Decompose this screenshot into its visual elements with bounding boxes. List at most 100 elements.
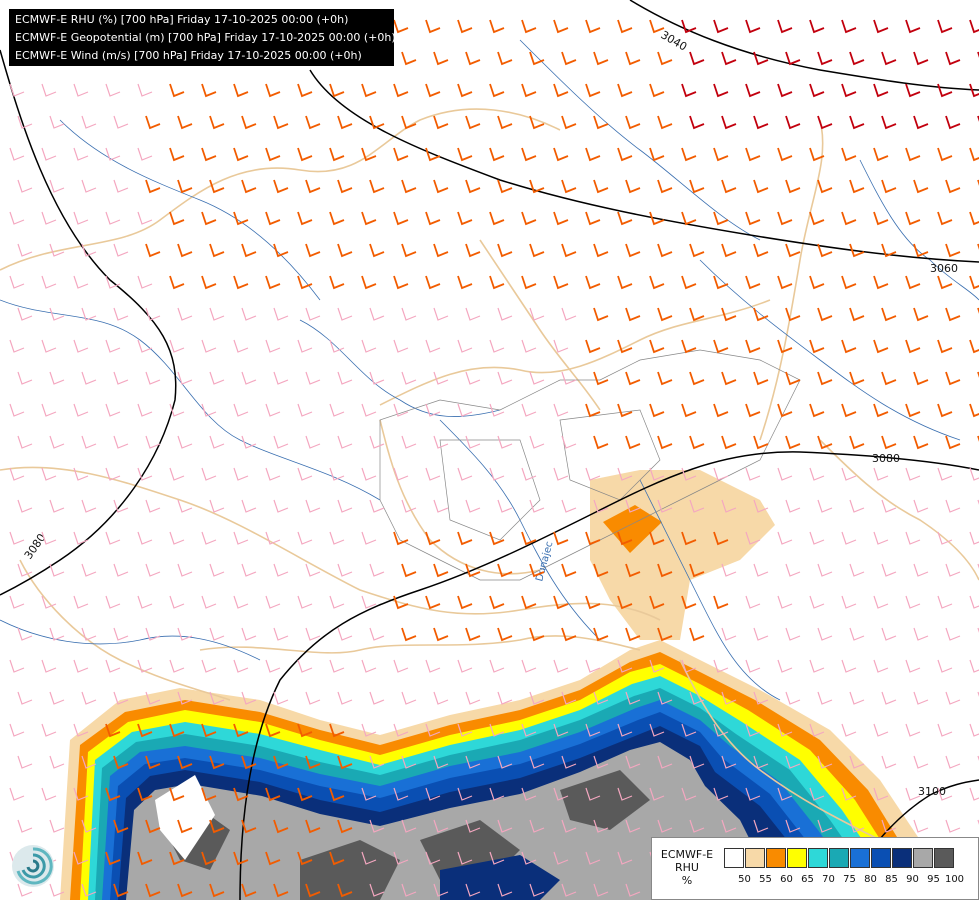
legend-tick: 55 (759, 874, 772, 885)
wind-barb (913, 435, 929, 450)
wind-barb (369, 115, 385, 130)
wind-barb (937, 339, 953, 354)
wind-barb (969, 19, 979, 34)
wind-barb (425, 595, 441, 610)
wind-barb (689, 627, 705, 642)
legend-tick: 85 (885, 874, 898, 885)
wind-barb (337, 307, 353, 321)
legend-swatch (934, 848, 954, 868)
wind-barb (73, 211, 89, 225)
wind-barb (649, 147, 665, 162)
wind-barb (297, 403, 313, 417)
wind-barb (425, 659, 441, 673)
wind-barb (561, 563, 577, 578)
humidity-field (60, 470, 940, 900)
legend-swatch (913, 848, 933, 868)
wind-barb (145, 307, 161, 321)
wind-barb (465, 179, 481, 194)
wind-barb (721, 307, 737, 322)
wind-barb (873, 275, 889, 290)
wind-barb (17, 819, 33, 833)
wind-barb (145, 499, 161, 513)
wind-barb (849, 499, 865, 513)
wind-barb (361, 659, 377, 673)
wind-barb (169, 467, 185, 481)
wind-barb (777, 147, 793, 162)
wind-barb (969, 531, 979, 545)
wind-barb (521, 403, 537, 417)
wind-barb (625, 307, 641, 322)
wind-barb (393, 659, 409, 673)
wind-barb (945, 307, 961, 322)
wind-barb (817, 563, 833, 577)
wind-barb (49, 499, 65, 513)
rhu-legend: ECMWF-E RHU % 50 55 60 65 70 75 80 85 90 95 100 (651, 837, 979, 900)
wind-barb (265, 531, 281, 545)
legend-tick: 75 (843, 874, 856, 885)
wind-barb (497, 115, 513, 130)
header-line-wind: ECMWF-E Wind (m/s) [700 hPa] Friday 17-1… (15, 49, 362, 62)
wind-barb (937, 659, 953, 673)
wind-barb (273, 179, 289, 194)
wind-barb (265, 403, 281, 417)
wind-barb (273, 371, 289, 385)
wind-barb (849, 435, 865, 450)
wind-barb (657, 115, 673, 130)
wind-barb (625, 243, 641, 258)
wind-barb (241, 371, 257, 385)
map-header: ECMWF-E RHU (%) [700 hPa] Friday 17-10-2… (9, 9, 396, 66)
wind-barb (777, 467, 793, 481)
wind-barb (497, 435, 513, 449)
wind-barb (585, 211, 601, 226)
wind-barb (265, 147, 281, 162)
wind-barb (905, 275, 921, 290)
wind-barb (425, 211, 441, 226)
wind-barb (785, 563, 801, 577)
wind-barb (753, 563, 769, 577)
wind-barb (945, 819, 961, 833)
wind-barb (337, 691, 353, 705)
wind-barb (521, 467, 537, 481)
wind-barb (209, 371, 225, 385)
wind-barb (457, 467, 473, 481)
wind-barb (497, 51, 513, 66)
wind-barb (73, 531, 89, 545)
wind-barb (881, 691, 897, 705)
wind-barb (681, 19, 697, 34)
wind-barb (273, 627, 289, 641)
wind-barb (105, 531, 121, 545)
wind-barb (649, 403, 665, 418)
wind-barb (9, 211, 25, 225)
wind-barb (265, 83, 281, 98)
wind-barb (745, 275, 761, 290)
contour-label-2: 3060 (930, 262, 958, 275)
wind-barb (745, 339, 761, 354)
wind-barb (337, 115, 353, 130)
wind-barb (521, 659, 537, 673)
weather-map: 3040 3060 3080 3080 3100 Dunajec ECMWF-E… (0, 0, 979, 900)
wind-barb (393, 339, 409, 353)
wind-barb (489, 211, 505, 226)
wind-barb (465, 499, 481, 513)
wind-barb (73, 275, 89, 289)
wind-barb (849, 243, 865, 258)
wind-barb (489, 147, 505, 162)
wind-barb (753, 371, 769, 386)
wind-barb (177, 435, 193, 449)
wind-barb (689, 371, 705, 386)
wind-barb (465, 371, 481, 385)
wind-barb (457, 403, 473, 417)
wind-barb (945, 243, 961, 258)
wind-barb (81, 179, 97, 193)
wind-barb (329, 275, 345, 290)
wind-barb (305, 179, 321, 194)
wind-barb (649, 275, 665, 290)
wind-barb (681, 275, 697, 290)
wind-barb (73, 83, 89, 97)
wind-barb (113, 307, 129, 321)
wind-barb (169, 403, 185, 417)
wind-barb (649, 19, 665, 34)
wind-barb (529, 435, 545, 449)
wind-barb (809, 211, 825, 226)
wind-barb (145, 371, 161, 385)
